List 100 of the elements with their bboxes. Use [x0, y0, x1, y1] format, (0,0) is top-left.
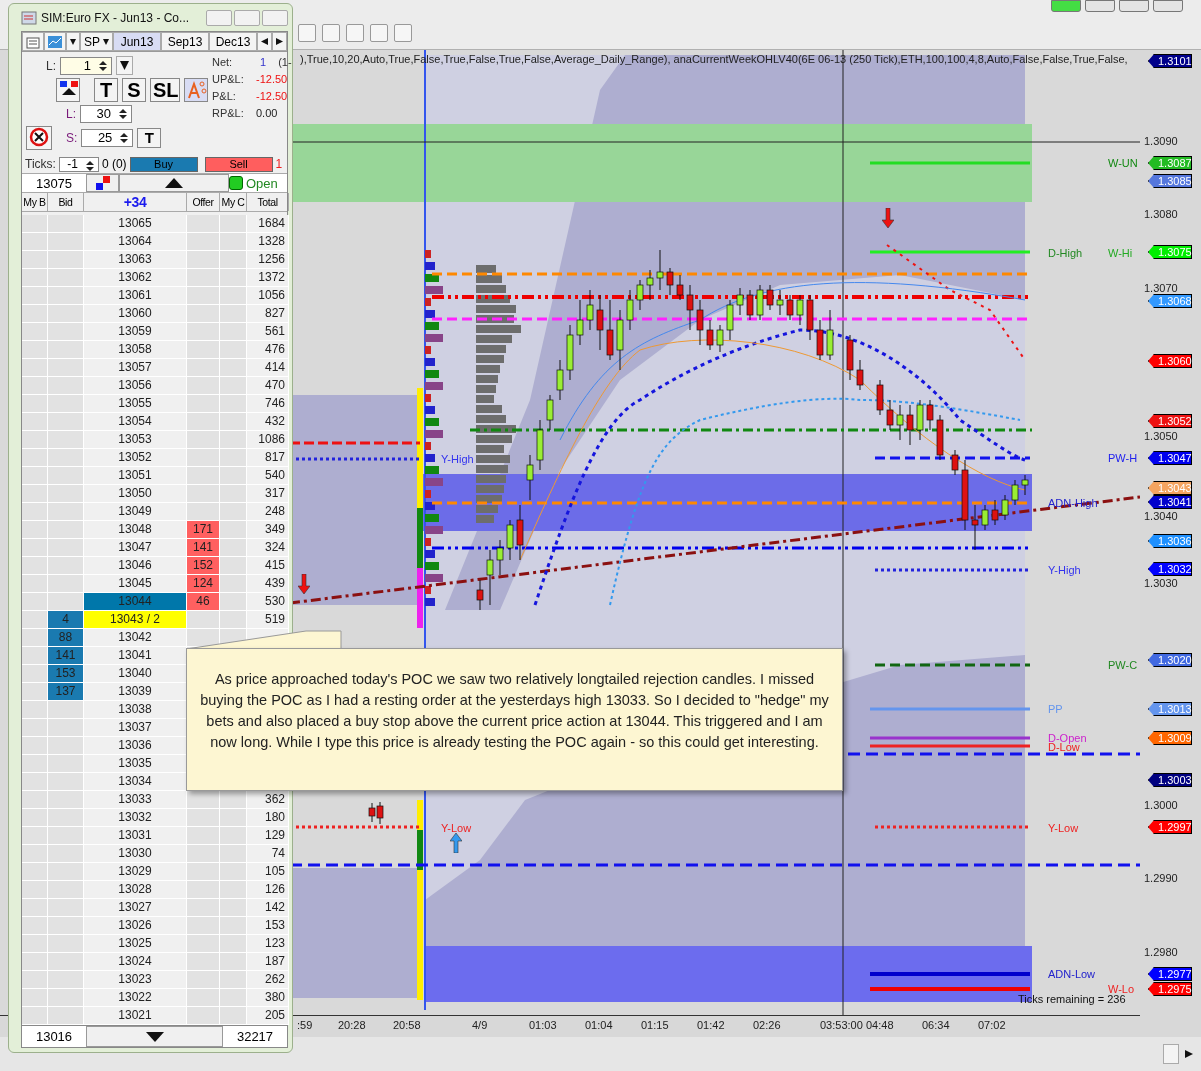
- my-offer-cell[interactable]: [220, 233, 247, 251]
- scroll-down-button[interactable]: [86, 1026, 223, 1047]
- my-offer-cell[interactable]: [220, 467, 247, 485]
- my-offer-cell[interactable]: [220, 863, 247, 881]
- offer-cell[interactable]: [187, 971, 220, 989]
- bracket-field[interactable]: 25: [81, 129, 134, 147]
- bid-cell[interactable]: [48, 377, 84, 395]
- my-offer-cell[interactable]: [220, 827, 247, 845]
- offer-cell[interactable]: 46: [187, 593, 220, 611]
- bid-cell[interactable]: [48, 341, 84, 359]
- bid-cell[interactable]: [48, 503, 84, 521]
- scroll-right-icon[interactable]: [276, 38, 283, 45]
- my-offer-cell[interactable]: [220, 1007, 247, 1025]
- dropdown-button[interactable]: [116, 56, 133, 75]
- my-offer-cell[interactable]: [220, 575, 247, 593]
- bid-cell[interactable]: [48, 737, 84, 755]
- bid-cell[interactable]: [48, 233, 84, 251]
- toolbar-icon[interactable]: [298, 24, 316, 42]
- my-bid-cell[interactable]: [22, 575, 48, 593]
- my-bid-cell[interactable]: [22, 971, 48, 989]
- order-type-button[interactable]: SL: [150, 78, 180, 102]
- column-header[interactable]: My C: [220, 193, 247, 211]
- bid-cell[interactable]: [48, 395, 84, 413]
- my-offer-cell[interactable]: [220, 971, 247, 989]
- bid-cell[interactable]: [48, 413, 84, 431]
- my-bid-cell[interactable]: [22, 647, 48, 665]
- order-type-button[interactable]: T: [94, 78, 118, 102]
- close-button[interactable]: [1153, 0, 1183, 12]
- scroll-right-icon[interactable]: [1185, 1050, 1193, 1058]
- my-bid-cell[interactable]: [22, 431, 48, 449]
- my-bid-cell[interactable]: [22, 503, 48, 521]
- my-offer-cell[interactable]: [220, 521, 247, 539]
- my-offer-cell[interactable]: [220, 611, 247, 629]
- caret-icon[interactable]: [103, 38, 109, 45]
- my-bid-cell[interactable]: [22, 413, 48, 431]
- bid-cell[interactable]: [48, 557, 84, 575]
- my-bid-cell[interactable]: [22, 863, 48, 881]
- offer-cell[interactable]: [187, 467, 220, 485]
- my-bid-cell[interactable]: [22, 845, 48, 863]
- minimize-button[interactable]: [1085, 0, 1115, 12]
- offer-cell[interactable]: [187, 485, 220, 503]
- bid-cell[interactable]: [48, 773, 84, 791]
- atm-strategy-icon[interactable]: [183, 78, 208, 102]
- account-dropdown[interactable]: SP: [80, 32, 113, 51]
- bid-cell[interactable]: [48, 467, 84, 485]
- my-bid-cell[interactable]: [22, 683, 48, 701]
- my-offer-cell[interactable]: [220, 503, 247, 521]
- my-bid-cell[interactable]: [22, 287, 48, 305]
- offer-cell[interactable]: [187, 935, 220, 953]
- column-header[interactable]: Total: [247, 193, 289, 211]
- my-offer-cell[interactable]: [220, 593, 247, 611]
- my-offer-cell[interactable]: [220, 287, 247, 305]
- offer-cell[interactable]: [187, 269, 220, 287]
- offer-cell[interactable]: [187, 917, 220, 935]
- my-offer-cell[interactable]: [220, 377, 247, 395]
- offer-cell[interactable]: 141: [187, 539, 220, 557]
- my-bid-cell[interactable]: [22, 467, 48, 485]
- column-header[interactable]: Bid: [48, 193, 84, 211]
- offer-cell[interactable]: [187, 863, 220, 881]
- my-offer-cell[interactable]: [220, 251, 247, 269]
- offer-cell[interactable]: [187, 377, 220, 395]
- bid-cell[interactable]: [48, 863, 84, 881]
- bid-cell[interactable]: [48, 449, 84, 467]
- properties-icon[interactable]: [22, 32, 44, 51]
- bid-cell[interactable]: [48, 899, 84, 917]
- my-offer-cell[interactable]: [220, 989, 247, 1007]
- offer-cell[interactable]: [187, 1007, 220, 1025]
- bid-cell[interactable]: [48, 269, 84, 287]
- offer-cell[interactable]: [187, 809, 220, 827]
- my-offer-cell[interactable]: [220, 539, 247, 557]
- bid-cell[interactable]: [48, 827, 84, 845]
- bracket-field[interactable]: 30: [80, 105, 132, 123]
- scrollbar-thumb[interactable]: [1163, 1044, 1179, 1064]
- scroll-up-button[interactable]: [119, 174, 229, 192]
- my-bid-cell[interactable]: [22, 341, 48, 359]
- offer-cell[interactable]: [187, 791, 220, 809]
- scroll-left-button[interactable]: [257, 32, 272, 51]
- my-bid-cell[interactable]: [22, 557, 48, 575]
- offer-cell[interactable]: [187, 629, 220, 647]
- buy-button[interactable]: Buy: [129, 156, 198, 172]
- bid-cell[interactable]: [48, 917, 84, 935]
- offer-cell[interactable]: 171: [187, 521, 220, 539]
- my-bid-cell[interactable]: [22, 917, 48, 935]
- column-header[interactable]: +34: [84, 193, 187, 211]
- bid-cell[interactable]: [48, 935, 84, 953]
- caret-icon[interactable]: [70, 38, 76, 45]
- toolbar-icon[interactable]: [346, 24, 364, 42]
- offer-cell[interactable]: [187, 431, 220, 449]
- offer-cell[interactable]: [187, 953, 220, 971]
- my-bid-cell[interactable]: [22, 899, 48, 917]
- my-bid-cell[interactable]: [22, 1007, 48, 1025]
- my-bid-cell[interactable]: [22, 251, 48, 269]
- bid-cell[interactable]: [48, 593, 84, 611]
- my-bid-cell[interactable]: [22, 791, 48, 809]
- quantity-field[interactable]: 1: [60, 56, 112, 75]
- bid-cell[interactable]: [48, 971, 84, 989]
- bid-cell[interactable]: [48, 989, 84, 1007]
- my-offer-cell[interactable]: [220, 845, 247, 863]
- my-bid-cell[interactable]: [22, 233, 48, 251]
- toolbar-icon[interactable]: [370, 24, 388, 42]
